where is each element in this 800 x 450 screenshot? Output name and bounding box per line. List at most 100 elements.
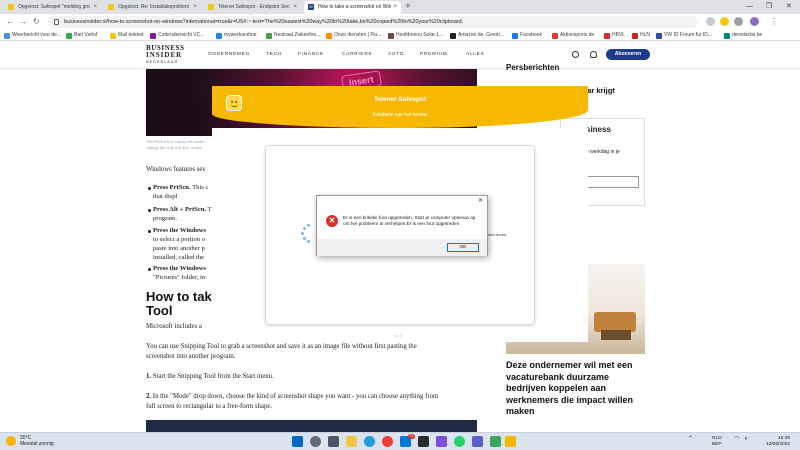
tab-installatieprobleem[interactable]: Opgelost: Re: Installatieproblem × [104,1,201,14]
task-view-icon[interactable] [328,436,339,447]
subscribe-button[interactable]: Abonneren [606,49,650,60]
bookmark-label: Neutraal Ziekenfon... [274,32,321,38]
new-tab-button[interactable]: + [405,0,411,13]
teams-icon[interactable] [472,436,483,447]
article-step: 2. In the "Mode" drop down, choose the k… [146,392,438,402]
minimize-icon[interactable]: — [746,0,753,13]
bullet-bold: Press the Windows [153,265,207,272]
speaker-icon[interactable]: ◖ [744,436,748,442]
close-icon[interactable]: × [93,1,97,13]
lock-icon [54,19,59,25]
bookmark-item[interactable]: HBVL [604,31,625,40]
bookmark-favicon [604,33,610,39]
file-explorer-icon[interactable] [346,436,357,447]
bookmark-item[interactable]: Mail telenet [110,31,144,40]
search-icon[interactable] [310,436,321,447]
persberichten-heading[interactable]: Persberichten [506,63,559,72]
address-bar[interactable]: businessinsider.nl/how-to-screenshot-on-… [48,16,698,28]
bookmark-item[interactable]: deredactie.be [724,31,762,40]
extension-icon[interactable] [706,17,715,26]
chrome-icon[interactable] [382,436,393,447]
bookmark-item[interactable]: Coderubersicht VC... [150,31,204,40]
bookmark-favicon [326,33,332,39]
carousel-pager[interactable]: ••• [395,333,402,338]
weather-widget[interactable]: 20°C Meestal zonnig [20,435,54,447]
ok-button[interactable]: OK [447,243,479,252]
window-close-icon[interactable]: ✕ [786,0,792,13]
bookmark-item[interactable]: Amazon.de: Goroti... [450,31,504,40]
bookmark-item[interactable]: VW ID Forum für ID... [656,31,712,40]
business-insider-logo[interactable]: BUSINESS INSIDER NEDERLAND [146,45,185,66]
start-icon[interactable] [292,436,303,447]
error-message: Er is een kritieke fout opgetreden. Star… [343,215,476,226]
nav-auto[interactable]: AUTO [388,52,404,57]
sun-icon[interactable] [6,436,16,446]
windows-taskbar: 20°C Meestal zonnig 19 ⌃ NLD BEP ◠ ◖ 16:… [0,432,800,450]
bookmark-item[interactable]: Bart Verlof [66,31,97,40]
bookmark-item[interactable]: Neutraal Ziekenfon... [266,31,320,40]
edge-icon[interactable] [364,436,375,447]
bookmark-item[interactable]: Weerbericht voor de... [4,31,61,40]
puzzle-icon[interactable] [734,17,743,26]
clock[interactable]: 16:45 13/06/2022 [752,436,790,448]
language-indicator[interactable]: NLD BEP [712,436,722,448]
section-heading-line2: Tool [146,303,173,318]
safespot-subtitle: Installatie van het toestel [372,112,428,118]
nav-tech[interactable]: TECH [266,52,282,57]
nav-premium[interactable]: PREMIUM [420,52,448,57]
clock-date: 13/06/2022 [765,442,790,447]
safespot-extension-icon[interactable] [720,17,729,26]
browser-toolbar: ← → ↻ businessinsider.nl/how-to-screensh… [0,14,800,30]
sidebar-promo-title[interactable]: Deze ondernemer wil met een vacaturebank… [506,360,656,418]
reload-icon[interactable]: ↻ [33,16,40,28]
bookmark-item[interactable]: Hoofdmenu Solar-L... [388,31,444,40]
profile-avatar[interactable] [750,17,759,26]
forward-icon[interactable]: → [19,16,27,28]
keyboard-layout: BEP [712,442,722,447]
maximize-icon[interactable]: ❐ [766,0,772,13]
bookmark-label: VW ID Forum für ID... [664,32,713,38]
menu-dots-icon[interactable]: ⋮ [770,16,778,28]
wifi-icon[interactable]: ◠ [734,436,739,442]
app-icon[interactable] [490,436,501,447]
nav-ondernemen[interactable]: ONDERNEMEN [208,52,250,57]
close-icon[interactable]: ✕ [478,197,483,204]
tab-strip: Opgelost: Safespot "melding gro × Opgelo… [0,0,800,14]
bookmark-item[interactable]: Facebook [512,31,542,40]
safespot-taskbar-icon[interactable] [505,436,516,447]
close-icon[interactable]: × [393,1,397,13]
bookmark-label: Coderubersicht VC... [158,32,205,38]
bookmark-label: mywerkandme [224,32,257,38]
bullet-bold: Press Alt + PrtScn. [153,206,207,213]
newsletter-email-input[interactable] [587,176,639,188]
bookmark-item[interactable]: mywerkandme [216,31,257,40]
bookmark-favicon [216,33,222,39]
tab-safespot-melding[interactable]: Opgelost: Safespot "melding gro × [4,1,101,14]
whatsapp-icon[interactable] [454,436,465,447]
bookmark-favicon [632,33,638,39]
search-icon[interactable] [572,51,579,58]
bookmark-item[interactable]: Aktionspreis.de [552,31,594,40]
messenger-icon[interactable] [436,436,447,447]
back-icon[interactable]: ← [6,16,14,28]
bookmark-label: Bart Verlof [74,32,98,38]
tab-safespot-endpoint[interactable]: Telenet Safespot - Endpoint Sec × [204,1,301,14]
nav-alles[interactable]: ALLES [466,52,484,57]
bookmark-item[interactable]: Onze diensten | Flu... [326,31,381,40]
close-icon[interactable]: × [193,1,197,13]
nav-carriere[interactable]: CARRIERE [342,52,372,57]
section-heading: How to take [146,289,219,304]
bookmark-label: deredactie.be [732,32,763,38]
user-icon[interactable] [590,51,597,58]
settings-icon[interactable] [418,436,429,447]
tab-screenshot-article[interactable]: BI How to take a screenshot on Win × [304,1,401,14]
bookmark-item[interactable]: HLN [632,31,650,40]
close-icon[interactable]: × [293,1,297,13]
tray-chevron-icon[interactable]: ⌃ [688,436,693,442]
bookmark-favicon [150,33,156,39]
nav-finance[interactable]: FINANCE [298,52,324,57]
article-paragraph-line: screenshot into another program. [146,353,236,360]
bookmark-label: Hoofdmenu Solar-L... [396,32,444,38]
bullet-line: "Pictures" folder, in [153,274,206,281]
tab-favicon [208,4,214,10]
